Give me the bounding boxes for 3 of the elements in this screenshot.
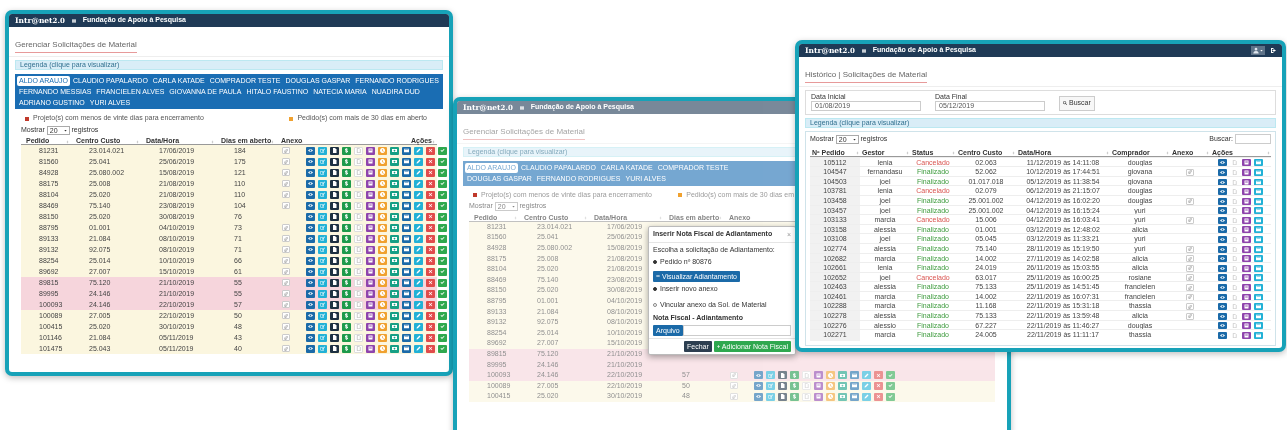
page-title: Gerenciar Solicitações de Material [463,128,585,140]
page-title: Histórico | Solicitações de Material [805,71,928,83]
page-title: Gerenciar Solicitações de Material [15,41,137,53]
